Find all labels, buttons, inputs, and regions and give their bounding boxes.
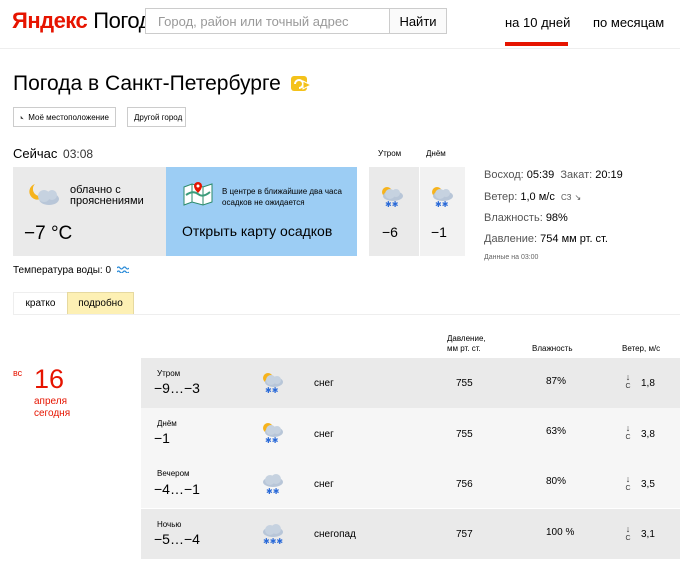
- data-timestamp: Данные на 03:00: [484, 254, 539, 261]
- table-row: [141, 408, 680, 458]
- svg-text:✱✱: ✱✱: [265, 436, 279, 444]
- logo-brand: Яндекс: [12, 8, 88, 33]
- svg-text:✱✱✱: ✱✱✱: [263, 537, 283, 546]
- svg-text:✱✱: ✱✱: [266, 487, 280, 496]
- snow-cloud-icon: ✱✱: [263, 373, 283, 394]
- snow-cloud-icon: ✱✱: [382, 187, 403, 209]
- row-daypart: Днём: [157, 419, 177, 428]
- sun-info: Восход: 05:39 Закат: 20:19: [484, 169, 623, 181]
- heavy-snow-cloud-icon: ✱✱✱: [263, 524, 283, 546]
- yandex-weather-logo[interactable]: Яндекс Погода: [12, 8, 163, 34]
- row-temp: −5…−4: [154, 531, 200, 547]
- search-input[interactable]: [145, 8, 390, 34]
- row-temp: −4…−1: [154, 481, 200, 497]
- nav-10-days[interactable]: на 10 дней: [505, 15, 570, 30]
- status-badge-icon: [291, 76, 312, 91]
- tab-short[interactable]: кратко: [13, 292, 67, 315]
- table-row: [141, 358, 680, 408]
- wind-speed: 1,0 м/с: [520, 191, 555, 203]
- row-condition: снег: [314, 479, 334, 490]
- wind-direction: СЗ: [560, 193, 572, 202]
- part-card-day: [420, 167, 465, 256]
- row-wind: 1,8: [641, 378, 655, 389]
- svg-text:✱✱: ✱✱: [385, 200, 399, 209]
- night-partly-cloudy-icon: [29, 184, 59, 205]
- row-humidity: 100 %: [546, 527, 575, 538]
- day-month: апреля сегодня: [34, 396, 71, 419]
- wind-direction-icon: ↓ С: [625, 372, 631, 391]
- now-label: Сейчас 03:08: [13, 146, 94, 161]
- part-temp-morning: −6: [382, 224, 398, 240]
- humidity-value: 98%: [545, 212, 568, 224]
- col-head-wind: Ветер, м/с: [622, 344, 661, 353]
- header-divider: [0, 48, 680, 49]
- row-wind: 3,1: [641, 529, 655, 540]
- snow-cloud-icon: ✱✱: [263, 474, 283, 496]
- precipitation-note: В центре в ближайшие два часа осадков не…: [222, 187, 342, 207]
- nav-by-month[interactable]: по месяцам: [593, 15, 664, 30]
- row-pressure: 755: [456, 429, 473, 440]
- col-head-humidity: Влажность: [532, 344, 573, 353]
- snow-cloud-icon: ✱✱: [263, 423, 283, 444]
- now-time: 03:08: [63, 147, 94, 161]
- row-pressure: 755: [456, 378, 473, 389]
- nav-active-underline: [505, 42, 568, 46]
- row-wind: 3,5: [641, 479, 655, 490]
- row-wind: 3,8: [641, 429, 655, 440]
- row-pressure: 756: [456, 479, 473, 490]
- wind-direction-icon: ↓ С: [625, 474, 631, 493]
- current-condition: облачно с прояснениями: [70, 184, 144, 207]
- tabs-divider: [13, 314, 680, 315]
- row-daypart: Вечером: [157, 469, 190, 478]
- pressure-value: 754 мм рт. ст.: [540, 233, 608, 245]
- map-pin-icon: [183, 182, 213, 206]
- table-row: [141, 458, 680, 508]
- pressure-info: Давление: 754 мм рт. ст.: [484, 233, 608, 245]
- my-location-button[interactable]: Моё местоположение: [13, 107, 116, 127]
- row-humidity: 63%: [546, 426, 567, 437]
- row-daypart: Утром: [157, 369, 181, 378]
- search-button[interactable]: Найти: [389, 8, 447, 34]
- svg-text:✱✱: ✱✱: [265, 386, 279, 394]
- my-location-label: Моё местоположение: [28, 112, 109, 122]
- svg-text:✱✱: ✱✱: [435, 200, 449, 209]
- day-number: 16: [34, 364, 65, 394]
- snow-cloud-icon: ✱✱: [432, 187, 453, 209]
- sunset-time: 20:19: [595, 169, 623, 181]
- row-condition: снег: [314, 378, 334, 389]
- col-head-pressure: Давление, мм рт. ст.: [447, 334, 486, 353]
- row-condition: снег: [314, 429, 334, 440]
- wind-info: Ветер: 1,0 м/с СЗ ↘: [484, 191, 582, 203]
- wind-direction-icon: ↓ С: [625, 423, 631, 442]
- day-of-week: вс: [13, 368, 23, 378]
- part-label-day: Днём: [426, 149, 446, 158]
- row-temp: −1: [154, 430, 170, 446]
- humidity-info: Влажность: 98%: [484, 212, 568, 224]
- other-city-button[interactable]: Другой город: [127, 107, 186, 127]
- row-daypart: Ночью: [157, 520, 182, 529]
- row-humidity: 80%: [546, 476, 567, 487]
- current-temperature: −7 °C: [24, 223, 73, 244]
- wind-direction-icon: ↓ С: [625, 524, 631, 543]
- water-temperature: Температура воды: 0: [13, 265, 130, 276]
- page-title: Погода в Санкт-Петербурге: [13, 72, 281, 95]
- part-temp-day: −1: [431, 224, 447, 240]
- row-condition: снегопад: [314, 529, 356, 540]
- location-arrow-icon: [20, 115, 24, 119]
- wave-icon: [116, 266, 130, 274]
- tab-detailed[interactable]: подробно: [67, 292, 134, 315]
- sunrise-time: 05:39: [526, 169, 555, 181]
- row-humidity: 87%: [546, 376, 567, 387]
- table-row: [141, 509, 680, 559]
- row-temp: −9…−3: [154, 380, 200, 396]
- part-card-morning: [369, 167, 419, 256]
- row-pressure: 757: [456, 529, 473, 540]
- open-precipitation-map-link[interactable]: Открыть карту осадков: [182, 223, 332, 239]
- wind-direction-icon: ↘: [574, 193, 582, 202]
- part-label-morning: Утром: [378, 149, 402, 158]
